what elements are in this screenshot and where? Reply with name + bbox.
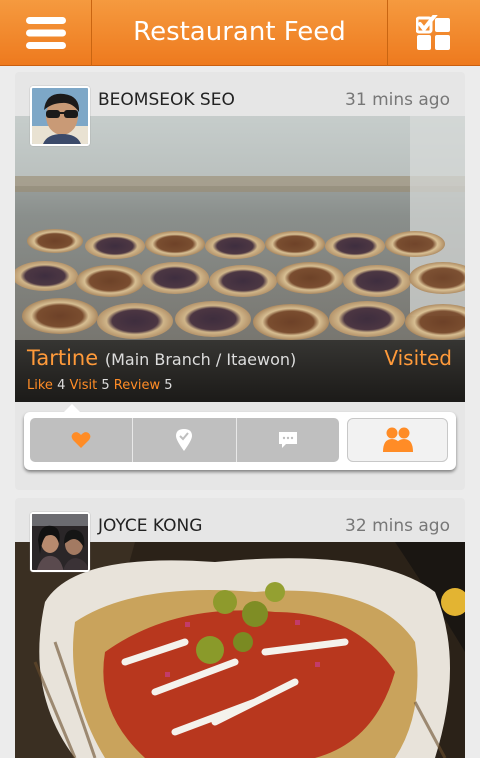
top-bar: Restaurant Feed <box>0 0 480 66</box>
visit-count: 5 <box>101 378 110 393</box>
like-button[interactable] <box>30 418 134 462</box>
page-title: Restaurant Feed <box>133 17 346 47</box>
like-label: Like <box>27 378 53 393</box>
review-count: 5 <box>164 378 173 393</box>
username[interactable]: JOYCE KONG <box>98 516 202 536</box>
visit-label: Visit <box>69 378 98 393</box>
restaurant-branch: (Main Branch / Itaewon) <box>104 350 297 369</box>
comment-icon <box>278 432 297 448</box>
username[interactable]: BEOMSEOK SEO <box>98 90 235 110</box>
menu-button[interactable] <box>0 0 92 66</box>
timestamp: 32 mins ago <box>345 516 450 536</box>
restaurant-stats: Like 4 Visit 5 Review 5 <box>27 378 173 393</box>
comment-button[interactable] <box>237 418 339 462</box>
restaurant-name[interactable]: Tartine (Main Branch / Itaewon) <box>27 346 296 370</box>
photo-caption: Tartine (Main Branch / Itaewon) Visited … <box>15 340 465 402</box>
restaurant-name-text[interactable]: Tartine <box>27 346 98 370</box>
visited-status: Visited <box>384 346 452 370</box>
avatar[interactable] <box>30 86 90 146</box>
friends-button[interactable] <box>347 418 448 462</box>
checkin-button[interactable] <box>133 418 237 462</box>
action-buttons <box>30 418 339 462</box>
location-check-icon <box>176 429 193 451</box>
restaurant-photo[interactable]: Tartine (Main Branch / Itaewon) Visited … <box>15 116 465 402</box>
avatar[interactable] <box>30 512 90 572</box>
action-bar <box>24 404 456 470</box>
action-bar-pointer <box>64 404 80 412</box>
friends-icon <box>382 427 413 452</box>
restaurant-photo[interactable] <box>15 542 465 758</box>
feed-item[interactable]: BEOMSEOK SEO 31 mins ago Tartine (Main B… <box>15 72 465 490</box>
review-label: Review <box>113 378 161 393</box>
hamburger-menu-icon <box>25 17 66 49</box>
checklist-grid-icon <box>416 15 450 50</box>
like-count: 4 <box>57 378 66 393</box>
timestamp: 31 mins ago <box>345 90 450 110</box>
checklist-button[interactable] <box>387 0 480 66</box>
feed-item[interactable]: JOYCE KONG 32 mins ago <box>15 498 465 758</box>
heart-icon <box>71 432 91 448</box>
